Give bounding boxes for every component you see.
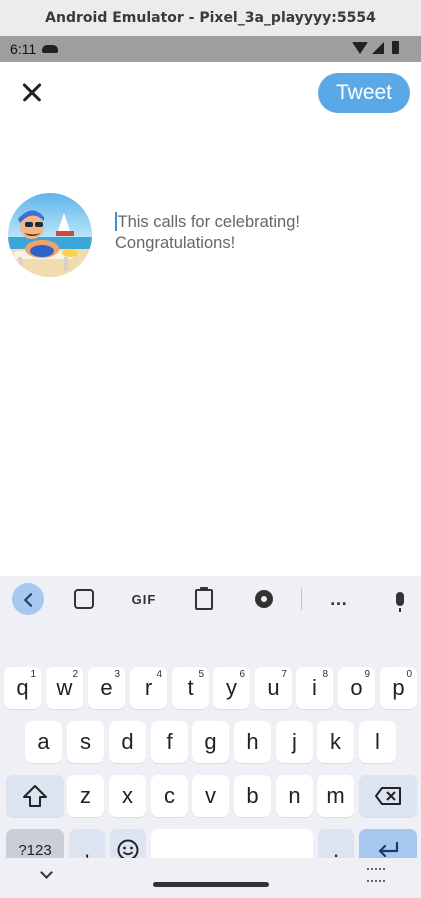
- key-s[interactable]: s: [67, 721, 104, 763]
- key-w[interactable]: w2: [46, 667, 83, 709]
- key-c[interactable]: c: [151, 775, 188, 817]
- wifi-icon: [352, 41, 368, 54]
- key-f[interactable]: f: [151, 721, 188, 763]
- shift-icon: [23, 785, 47, 807]
- key-v[interactable]: v: [192, 775, 229, 817]
- backspace-key[interactable]: [359, 775, 417, 817]
- toolbar-divider: [301, 588, 302, 610]
- gear-icon: [255, 590, 273, 608]
- key-j[interactable]: j: [276, 721, 313, 763]
- key-h[interactable]: h: [234, 721, 271, 763]
- key-n[interactable]: n: [276, 775, 313, 817]
- tweet-text-line-1: This calls for celebrating!: [115, 212, 405, 233]
- window-title: Android Emulator - Pixel_3a_playyyy:5554: [0, 0, 421, 36]
- close-icon[interactable]: [18, 78, 46, 106]
- text-cursor: [115, 212, 117, 231]
- tweet-button[interactable]: Tweet: [318, 73, 410, 113]
- key-l[interactable]: l: [359, 721, 396, 763]
- key-r[interactable]: r4: [130, 667, 167, 709]
- gif-icon: GIF: [131, 591, 157, 607]
- clipboard-button[interactable]: [188, 583, 220, 615]
- key-d[interactable]: d: [109, 721, 146, 763]
- key-q[interactable]: q1: [4, 667, 41, 709]
- status-icons: [352, 41, 399, 54]
- key-a[interactable]: a: [25, 721, 62, 763]
- soft-keyboard: GIF … q1 w2 e3 r4 t5 y6 u7 i8 o 9 p 0 a …: [0, 576, 421, 898]
- key-o[interactable]: o9: [338, 667, 375, 709]
- keyboard-toolbar: GIF …: [0, 576, 421, 622]
- sticker-icon: [74, 589, 94, 609]
- home-gesture-pill[interactable]: [153, 882, 269, 887]
- tweet-text-field[interactable]: This calls for celebrating! Congratulati…: [115, 212, 405, 254]
- tweet-text-line-2: Congratulations!: [115, 234, 236, 252]
- more-button[interactable]: …: [323, 583, 355, 615]
- status-time: 6:11: [10, 41, 37, 57]
- key-x[interactable]: x: [109, 775, 146, 817]
- device-screen: 6:11 Tweet This calls for celebrating! C…: [0, 36, 421, 898]
- shift-key[interactable]: [6, 775, 64, 817]
- status-bar: 6:11: [0, 36, 421, 62]
- clipboard-icon: [195, 586, 213, 610]
- key-g[interactable]: g: [192, 721, 229, 763]
- more-icon: …: [329, 588, 349, 609]
- hide-keyboard-icon[interactable]: [40, 866, 53, 879]
- cloud-icon: [42, 45, 59, 53]
- microphone-icon: [396, 592, 404, 612]
- backspace-icon: [375, 787, 401, 805]
- key-y[interactable]: y6: [213, 667, 250, 709]
- enter-icon: [378, 841, 399, 858]
- compose-screen: Tweet This calls for celebrating! Congra…: [0, 62, 421, 576]
- signal-icon: [372, 41, 384, 54]
- key-i[interactable]: i8: [296, 667, 333, 709]
- key-e[interactable]: e3: [88, 667, 125, 709]
- avatar: [8, 193, 92, 277]
- key-z[interactable]: z: [67, 775, 104, 817]
- keyboard-switch-icon[interactable]: [367, 868, 385, 882]
- key-u[interactable]: u7: [255, 667, 292, 709]
- key-m[interactable]: m: [317, 775, 354, 817]
- key-k[interactable]: k: [317, 721, 354, 763]
- settings-button[interactable]: [248, 583, 280, 615]
- key-p[interactable]: p0: [380, 667, 417, 709]
- voice-input-button[interactable]: [384, 583, 416, 615]
- navigation-bar: [0, 858, 421, 898]
- key-b[interactable]: b: [234, 775, 271, 817]
- battery-icon: [392, 41, 399, 54]
- sticker-button[interactable]: [68, 583, 100, 615]
- gif-button[interactable]: GIF: [125, 583, 163, 615]
- key-t[interactable]: t5: [172, 667, 209, 709]
- collapse-toolbar-button[interactable]: [12, 583, 44, 615]
